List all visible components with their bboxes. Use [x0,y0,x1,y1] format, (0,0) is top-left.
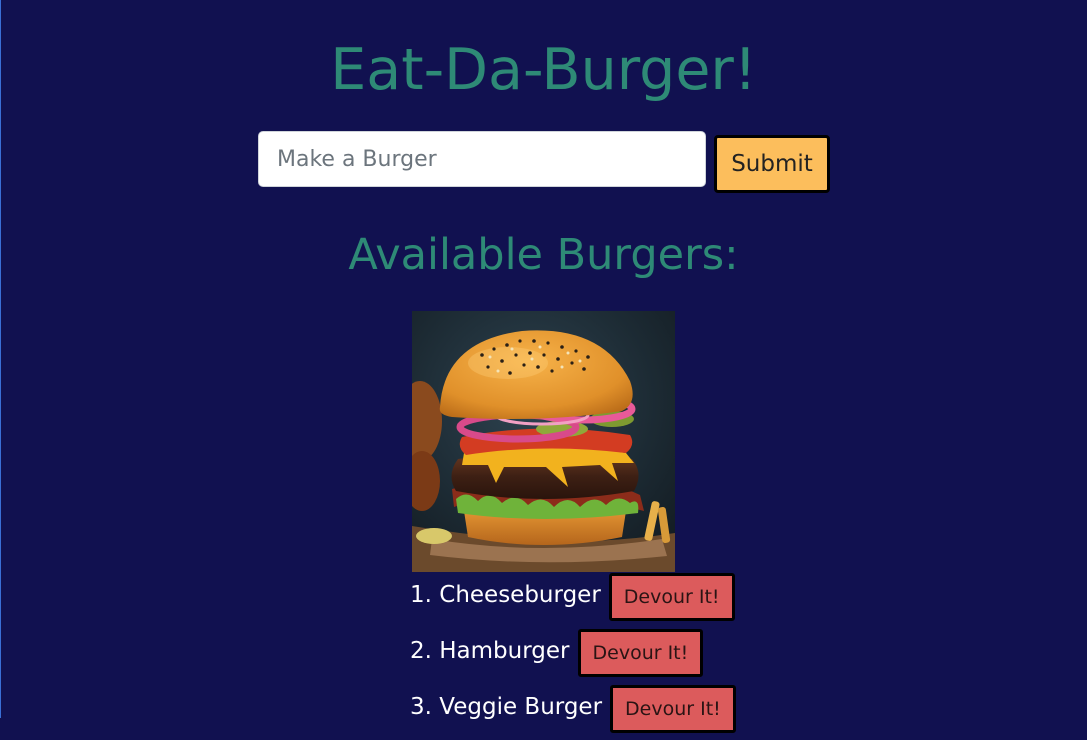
burger-name: Cheeseburger [439,582,601,608]
burger-name: Veggie Burger [439,694,603,720]
list-item: 2. Hamburger Devour It! [410,628,736,684]
burger-image [412,311,675,572]
burger-list: 1. Cheeseburger Devour It! 2. Hamburger … [410,572,736,740]
item-number: 1. [410,582,432,608]
devour-button[interactable]: Devour It! [610,685,736,733]
page-title: Eat-Da-Burger! [330,37,757,103]
burger-name-input[interactable] [258,131,706,187]
devour-button[interactable]: Devour It! [608,573,735,621]
page-edge [0,0,1,718]
available-burgers-heading: Available Burgers: [348,230,739,280]
burger-name: Hamburger [439,638,570,664]
list-item: 3. Veggie Burger Devour It! [410,684,736,740]
submit-button[interactable]: Submit [714,135,830,193]
item-number: 3. [410,694,432,720]
devour-button[interactable]: Devour It! [577,629,704,677]
list-item: 1. Cheeseburger Devour It! [410,572,736,628]
item-number: 2. [410,638,432,664]
